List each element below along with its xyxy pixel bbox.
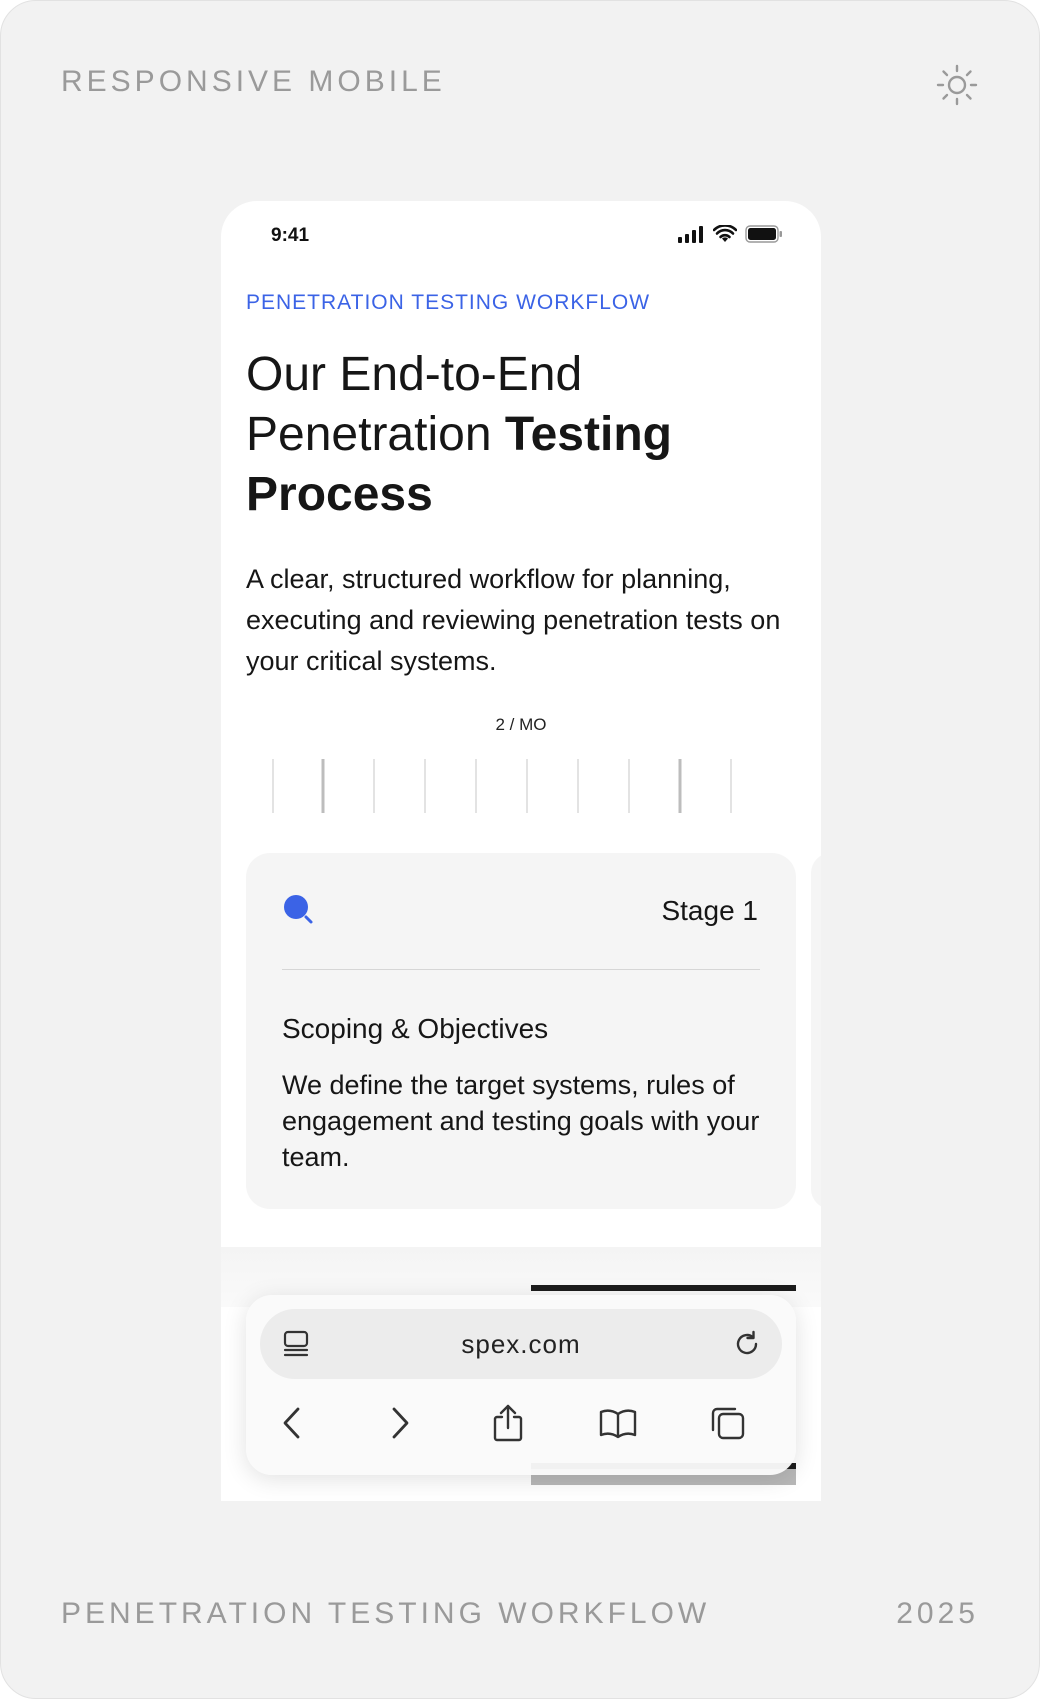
stage-number: Stage 1 [661, 895, 758, 926]
frame-bottom-label: PENETRATION TESTING WORKFLOW [61, 1597, 711, 1630]
address-bar[interactable]: spex.com [260, 1309, 782, 1379]
back-icon [283, 1407, 300, 1439]
battery-icon [745, 225, 782, 243]
sun-icon[interactable] [935, 63, 979, 107]
share-button[interactable] [480, 1395, 536, 1451]
cellular-signal-icon [678, 226, 703, 243]
stage-description: We define the target systems, rules of e… [282, 1070, 760, 1172]
page-title: Our End-to-End Penetration Testing Proce… [246, 345, 796, 525]
page-description: A clear, structured workflow for plannin… [246, 564, 781, 676]
stage-card[interactable]: Stage 1 Scoping & Objectives We define t… [246, 853, 796, 1209]
pages-button[interactable] [700, 1395, 756, 1451]
status-time: 9:41 [271, 225, 310, 246]
reload-icon[interactable] [732, 1329, 762, 1359]
forward-button[interactable] [372, 1395, 428, 1451]
next-stage-card-peek[interactable] [811, 853, 821, 1209]
bookmarks-button[interactable] [590, 1395, 646, 1451]
frame-year: 2025 [896, 1597, 979, 1630]
stage-slider-ruler[interactable] [221, 756, 821, 816]
search-icon [284, 895, 313, 924]
safari-toolbar: spex.com [246, 1295, 796, 1475]
bookmarks-icon [599, 1409, 637, 1439]
share-icon [493, 1404, 523, 1442]
showcase-frame: RESPONSIVE MOBILE 9:41 PENETRATION TESTI… [0, 0, 1040, 1699]
section-kicker: PENETRATION TESTING WORKFLOW [246, 291, 651, 314]
pages-icon [711, 1407, 745, 1440]
status-icons [677, 225, 783, 243]
wifi-icon [713, 225, 737, 242]
frame-top-label: RESPONSIVE MOBILE [61, 65, 446, 98]
phone-screen: 9:41 PENETRATION TESTING WORKFLOW Our En [221, 201, 821, 1501]
stage-divider [282, 969, 760, 970]
forward-icon [392, 1407, 409, 1439]
browser-nav [246, 1395, 796, 1451]
back-button[interactable] [264, 1395, 320, 1451]
pager-rate: 2 / MO [495, 715, 547, 734]
url-text: spex.com [461, 1329, 581, 1359]
stage-title: Scoping & Objectives [282, 1013, 549, 1044]
